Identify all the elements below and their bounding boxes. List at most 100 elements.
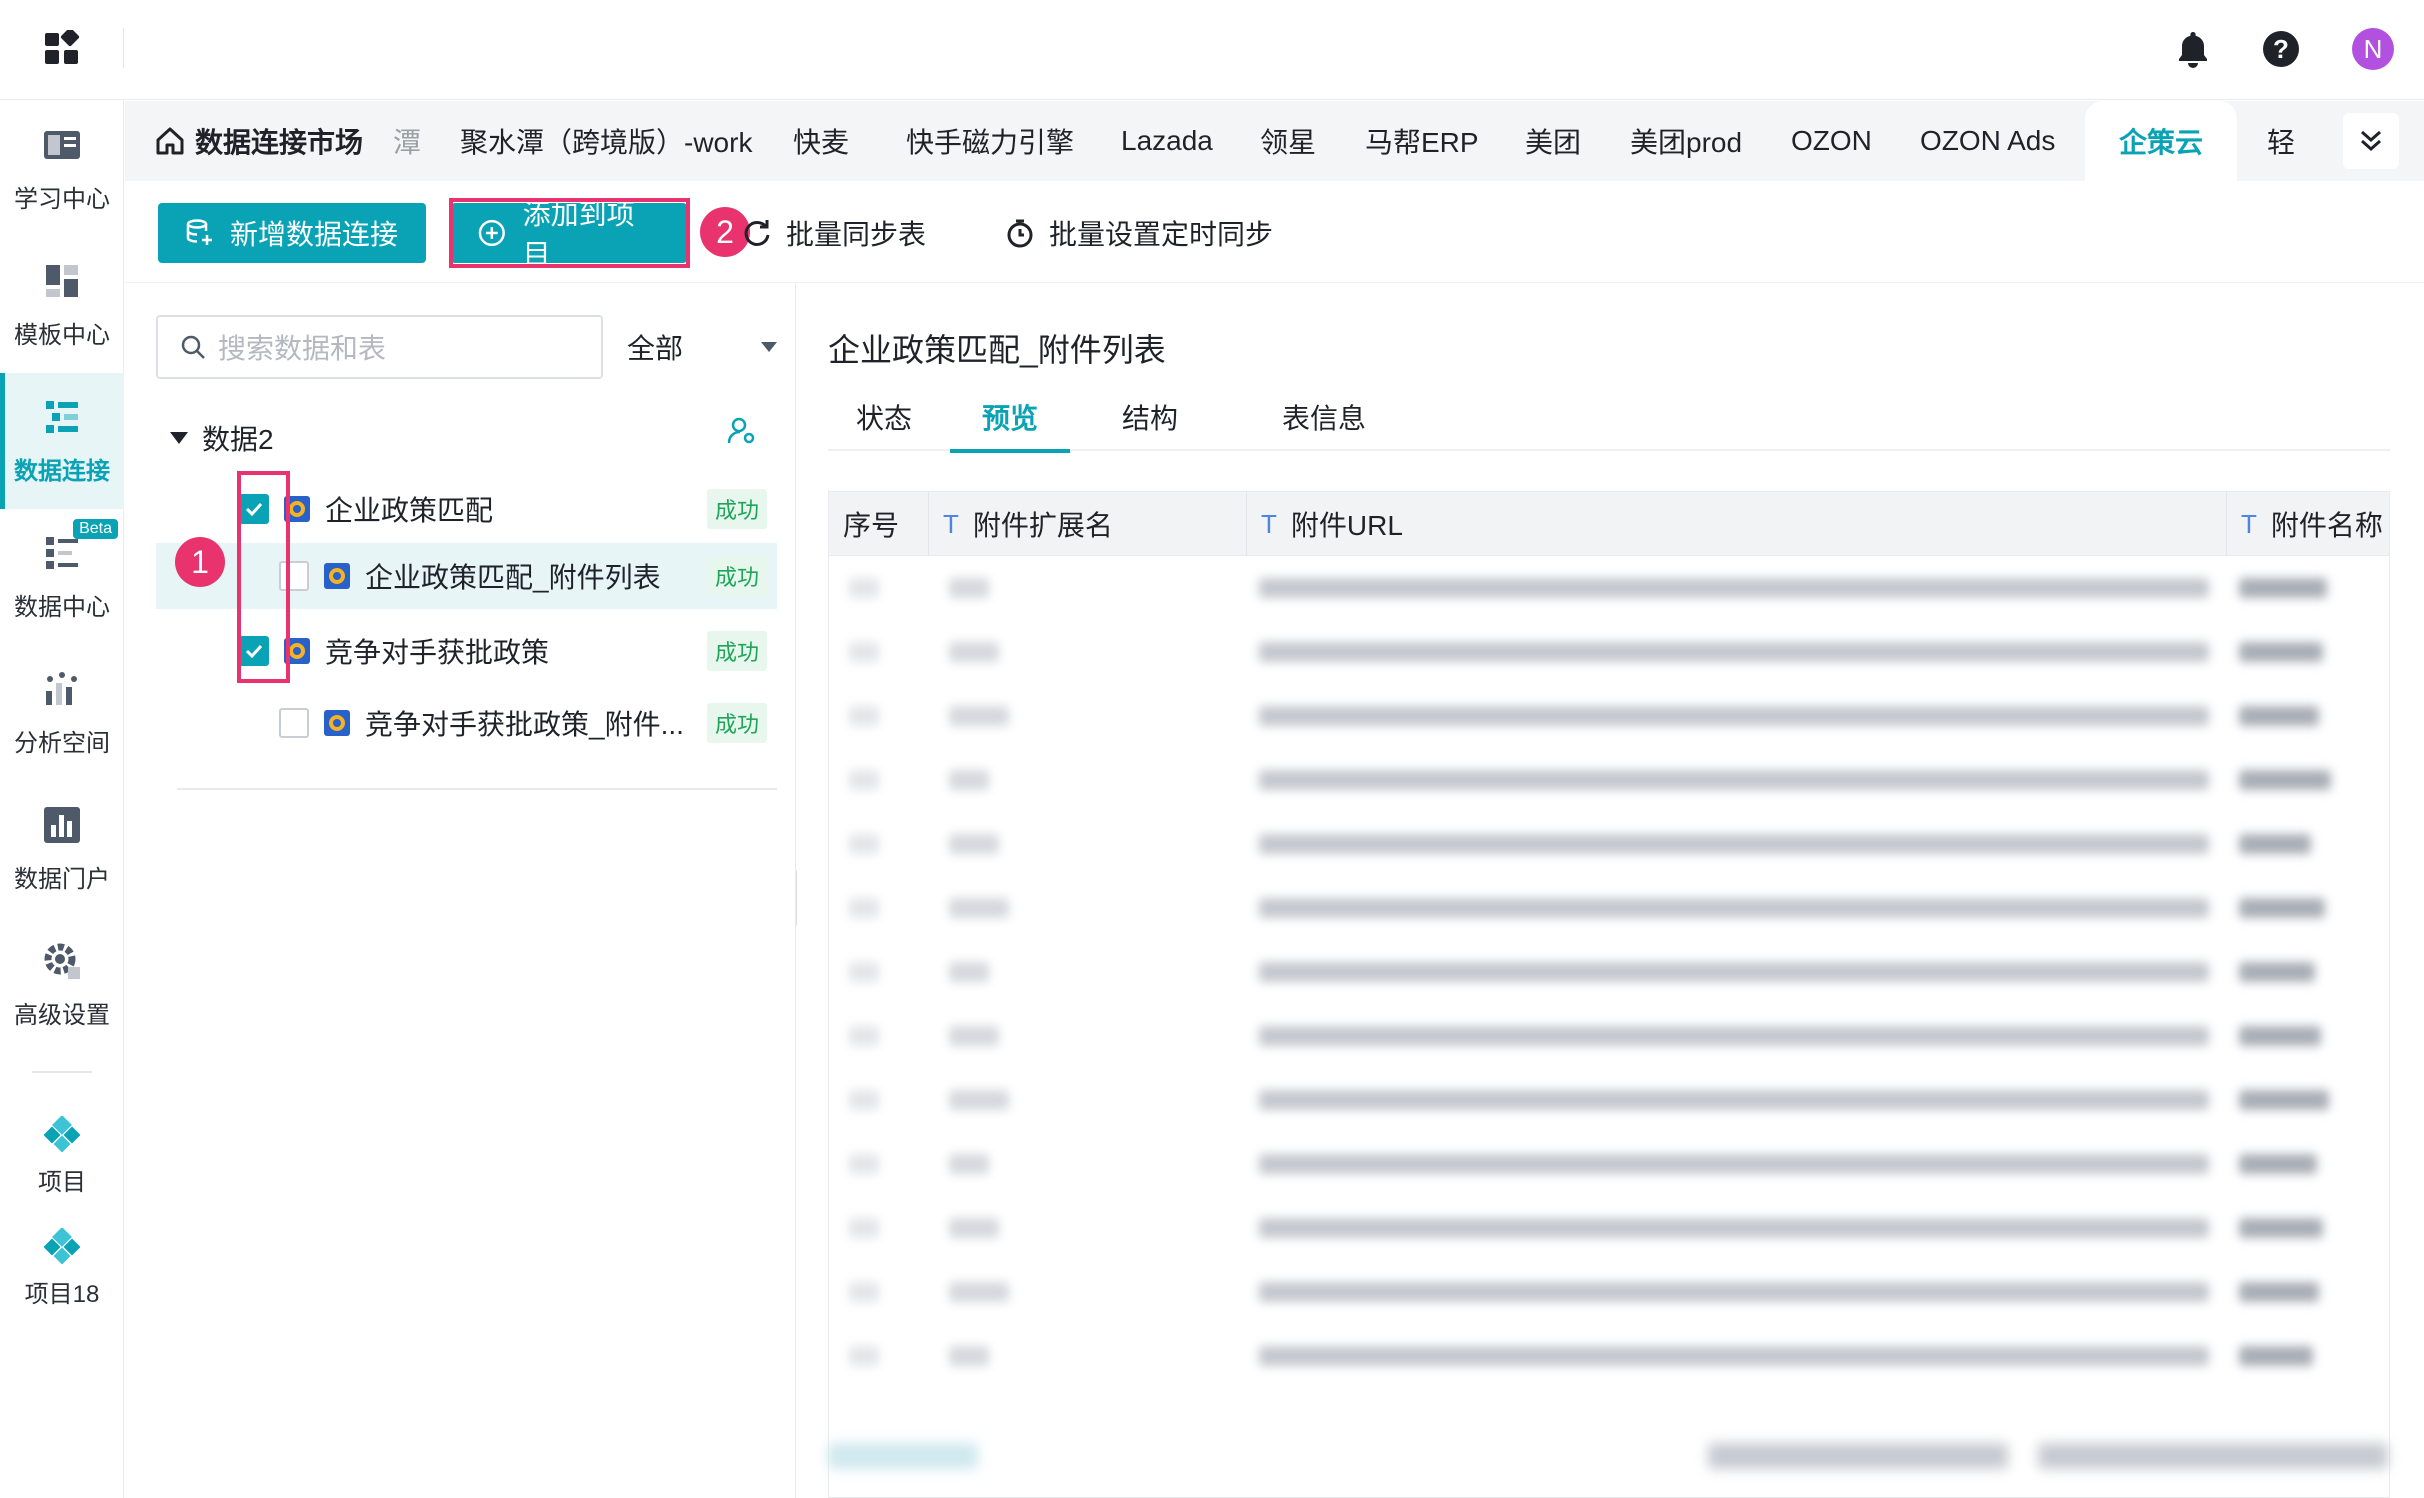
tab-ozon-ads[interactable]: OZON Ads [1920,101,2055,181]
nav-item-template-center[interactable]: 模板中心 [0,237,124,373]
table-row [829,1260,2389,1324]
tab-home-market[interactable]: 数据连接市场 [155,101,363,181]
bell-icon[interactable] [2176,30,2210,68]
tab-meituan-prod[interactable]: 美团prod [1630,101,1742,181]
batch-schedule-label: 批量设置定时同步 [1049,219,1274,250]
new-connection-label: 新增数据连接 [230,219,399,250]
table-row [829,556,2389,620]
tab-structure[interactable]: 结构 [1094,383,1206,451]
new-connection-button[interactable]: 新增数据连接 [158,203,426,263]
column-name: 附件URL [1290,510,1403,541]
blurred-table-body [829,556,2389,1386]
portal-icon [44,806,80,843]
tab-meituan[interactable]: 美团 [1525,101,1581,181]
tree-group-row[interactable]: 数据2 [170,413,770,463]
tab-status[interactable]: 状态 [828,383,940,451]
tab-preview[interactable]: 预览 [950,383,1070,453]
tab-lingxing[interactable]: 领星 [1260,101,1316,181]
column-header-extension[interactable]: T 附件扩展名 [929,492,1247,556]
tree-row-competitor-policy-attachments[interactable]: 竞争对手获批政策_附件... 成功 [156,690,777,756]
text-type-icon: T [1261,508,1277,539]
tab-qicheyun[interactable]: 企策云 [2085,101,2238,181]
row-checkbox[interactable] [279,708,309,738]
nav-project-item[interactable]: 项目18 [0,1213,124,1323]
nav-project-item[interactable]: 项目 [0,1101,124,1211]
search-input[interactable]: 搜索数据和表 [156,315,603,379]
column-header-index: 序号 [829,492,929,556]
tab-mabang-erp[interactable]: 马帮ERP [1365,101,1479,181]
row-label: 企业政策匹配 [325,495,494,526]
table-row [829,620,2389,684]
table-row [829,1004,2389,1068]
tab-kuaimai[interactable]: 快麦 [793,101,849,181]
connection-tab-bar: 数据连接市场 潭 聚水潭（跨境版）-work 快麦 快手磁力引擎 Lazada … [125,101,2424,181]
table-row [829,812,2389,876]
status-badge: 成功 [706,556,767,596]
nav-item-analysis-space[interactable]: 分析空间 [0,645,124,781]
nav-label: 数据中心 [14,593,110,621]
column-header-name[interactable]: T 附件名称 [2227,492,2389,556]
top-right-actions: ? N [2176,28,2394,70]
batch-schedule-button[interactable]: 批量设置定时同步 [1005,203,1273,263]
top-bar: ? N [0,0,2424,100]
blurred-pagination [828,1423,2390,1483]
detail-tabs: 状态 预览 结构 表信息 [828,383,2390,453]
tab-lazada[interactable]: Lazada [1121,101,1213,181]
table-row [829,1068,2389,1132]
stopwatch-icon [1007,219,1033,248]
nav-label: 模板中心 [14,321,110,349]
nav-item-data-portal[interactable]: 数据门户 [0,781,124,917]
row-label: 企业政策匹配_附件列表 [365,562,661,593]
table-row [829,748,2389,812]
column-name: 附件扩展名 [972,510,1113,541]
table-icon [324,710,350,736]
tab-more-button[interactable] [2343,113,2399,169]
filter-select[interactable]: 全部 [627,315,777,379]
text-type-icon: T [943,508,959,539]
column-header-url[interactable]: T 附件URL [1247,492,2227,556]
text-type-icon: T [2241,508,2257,539]
avatar[interactable]: N [2352,28,2394,70]
column-name: 附件名称 [2270,510,2383,541]
table-row [829,876,2389,940]
table-row [829,940,2389,1004]
left-nav: 学习中心 模板中心 数据连接 Beta 数据中心 分析空间 数据门户 高级设置 … [0,101,124,1498]
apps-grid-icon[interactable] [44,30,80,66]
user-settings-icon[interactable] [727,416,757,446]
home-icon [156,127,184,155]
nav-item-advanced-settings[interactable]: 高级设置 [0,917,124,1053]
learning-center-icon [44,130,80,159]
column-name: 序号 [843,510,900,541]
nav-label: 数据门户 [14,865,110,893]
svg-text:?: ? [2273,34,2289,64]
search-placeholder: 搜索数据和表 [218,333,387,364]
help-icon[interactable]: ? [2262,30,2300,68]
nav-label: 高级设置 [14,1001,110,1029]
nav-separator [32,1071,92,1073]
filter-value: 全部 [627,333,684,364]
beta-badge: Beta [73,519,118,539]
tab-table-info[interactable]: 表信息 [1254,383,1394,451]
batch-sync-button[interactable]: 批量同步表 [742,203,926,263]
nav-item-data-center[interactable]: Beta 数据中心 [0,509,124,645]
tab-truncated[interactable]: 潭 [393,101,421,181]
tab-truncated-end[interactable]: 轻 [2267,101,2317,181]
table-icon [324,563,350,589]
nav-item-learning-center[interactable]: 学习中心 [0,101,124,237]
tab-kuaishou[interactable]: 快手磁力引擎 [906,101,1074,181]
status-badge: 成功 [706,703,767,743]
table-detail-panel: 企业政策匹配_附件列表 状态 预览 结构 表信息 序号 T 附件扩展名 T 附件… [797,283,2424,1498]
project-label: 项目18 [24,1280,100,1308]
data-tree-panel: 搜索数据和表 全部 数据2 企业政策匹配 成功 企业政策匹配_附件列表 成功 竞… [125,283,796,1498]
nav-label: 数据连接 [14,457,110,485]
expand-triangle-icon[interactable] [170,432,188,444]
tab-ozon[interactable]: OZON [1791,101,1872,181]
tab-jushuitan-crossborder[interactable]: 聚水潭（跨境版）-work [460,101,752,181]
analysis-icon [46,671,77,705]
topbar-divider [123,28,124,68]
home-tab-label: 数据连接市场 [195,127,364,158]
status-badge: 成功 [706,631,767,671]
nav-item-data-connection[interactable]: 数据连接 [0,373,124,509]
project-label: 项目 [38,1168,86,1196]
batch-sync-label: 批量同步表 [786,219,927,250]
